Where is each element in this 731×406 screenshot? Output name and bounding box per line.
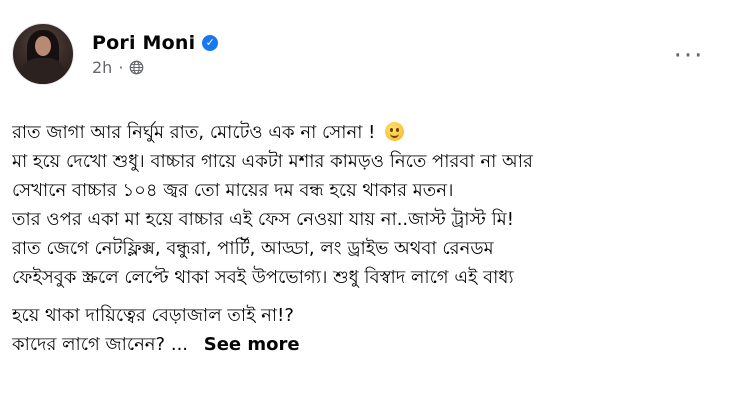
author-name[interactable]: Pori Moni (92, 32, 195, 54)
post-line-text: মা হয়ে দেখো শুধু। বাচ্চার গায়ে একটা মশ… (12, 151, 533, 172)
facebook-post: Pori Moni ✓ 2h · ··· রাত জাগা আর নির্ঘুম… (0, 0, 731, 406)
avatar-face (35, 36, 51, 56)
see-more-link[interactable]: See more (204, 334, 300, 355)
post-line-7: হয়ে থাকা দায়িত্বের বেড়াজাল তাই না!? (12, 301, 712, 330)
post-line-text: সেখানে বাচ্চার ১০৪ জ্বর তো মায়ের দম বন্… (12, 180, 454, 201)
post-line-1: রাত জাগা আর নির্ঘুম রাত, মোটেও এক না সোন… (12, 118, 712, 147)
avatar-body (21, 58, 65, 84)
profile-avatar[interactable] (12, 23, 74, 85)
bottom-fade (0, 400, 731, 406)
post-line-6: ফেইসবুক স্ক্রলে লেপ্টে থাকা সবই উপভোগ্য।… (12, 263, 712, 292)
post-line-text: রাত জাগা আর নির্ঘুম রাত, মোটেও এক না সোন… (12, 122, 376, 143)
post-line-8: কাদের লাগে জানেন? ... See more (12, 330, 712, 359)
post-line-text: রাত জেগে নেটফ্লিক্স, বন্ধুরা, পার্টি, আড… (12, 238, 494, 259)
separator-dot: · (118, 57, 124, 77)
author-name-row: Pori Moni ✓ (92, 32, 219, 54)
post-line-4: তার ওপর একা মা হয়ে বাচ্চার এই ফেস নেওয়… (12, 205, 712, 234)
more-options-icon[interactable]: ··· (673, 40, 705, 72)
post-line-text: তার ওপর একা মা হয়ে বাচ্চার এই ফেস নেওয়… (12, 209, 514, 230)
verified-check-icon: ✓ (202, 34, 219, 51)
post-header: Pori Moni ✓ 2h · (12, 18, 219, 90)
smiling-face-emoji-icon (385, 122, 405, 141)
author-meta: Pori Moni ✓ 2h · (92, 32, 219, 77)
post-subinfo: 2h · (92, 58, 218, 77)
post-line-3: সেখানে বাচ্চার ১০৪ জ্বর তো মায়ের দম বন্… (12, 176, 712, 205)
post-line-text: হয়ে থাকা দায়িত্বের বেড়াজাল তাই না!? (12, 305, 294, 326)
post-line-2: মা হয়ে দেখো শুধু। বাচ্চার গায়ে একটা মশ… (12, 147, 712, 176)
post-text: রাত জাগা আর নির্ঘুম রাত, মোটেও এক না সোন… (12, 118, 712, 359)
post-timestamp[interactable]: 2h (92, 58, 112, 77)
truncation-ellipsis: ... (170, 334, 189, 355)
post-line-5: রাত জেগে নেটফ্লিক্স, বন্ধুরা, পার্টি, আড… (12, 234, 712, 263)
post-line-text: ফেইসবুক স্ক্রলে লেপ্টে থাকা সবই উপভোগ্য।… (12, 267, 514, 288)
post-line-text: কাদের লাগে জানেন? (12, 334, 166, 355)
globe-icon[interactable] (129, 60, 144, 75)
